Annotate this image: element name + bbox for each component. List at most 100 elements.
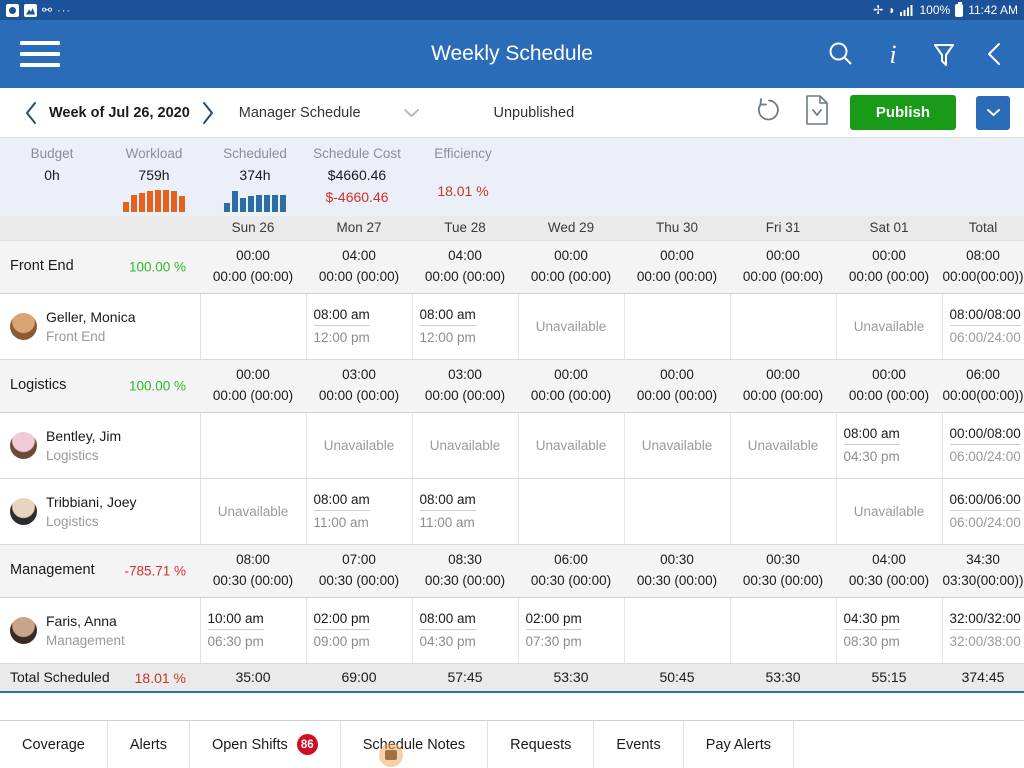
group-total-top: 06:00 bbox=[966, 367, 1000, 382]
group-day-top: 00:00 bbox=[766, 248, 800, 263]
group-day-cell-3[interactable]: 00:00 00:00 (00:00) bbox=[518, 359, 624, 413]
shift-cell-6[interactable]: 08:00 am 04:30 pm bbox=[836, 412, 943, 479]
employee-row[interactable]: Faris, Anna Management 10:00 am 06:30 pm 02:… bbox=[0, 597, 1024, 664]
day-header-total: Total bbox=[942, 216, 1024, 241]
prev-week-button[interactable] bbox=[14, 100, 49, 126]
shift-cell-3[interactable]: Unavailable bbox=[518, 293, 625, 360]
employee-name: Geller, Monica bbox=[46, 308, 136, 325]
shift-cell-2[interactable]: 08:00 am 12:00 pm bbox=[412, 293, 519, 360]
tab-requests[interactable]: Requests bbox=[488, 721, 595, 768]
group-day-cell-5[interactable]: 00:00 00:00 (00:00) bbox=[730, 240, 836, 294]
shift-cell-3[interactable] bbox=[518, 478, 625, 545]
shift-end-time: 09:00 pm bbox=[313, 634, 370, 649]
group-day-cell-0[interactable]: 00:00 00:00 (00:00) bbox=[200, 240, 306, 294]
group-day-cell-1[interactable]: 04:00 00:00 (00:00) bbox=[306, 240, 412, 294]
shift-cell-1[interactable]: 02:00 pm 09:00 pm bbox=[306, 597, 413, 664]
employee-name: Faris, Anna bbox=[46, 612, 117, 629]
group-row[interactable]: Management -785.71 % 08:00 00:30 (00:00) 07:… bbox=[0, 544, 1024, 598]
publish-button[interactable]: Publish bbox=[849, 95, 956, 130]
shift-cell-6[interactable]: 04:30 pm 08:30 pm bbox=[836, 597, 943, 664]
tab-schedule-notes[interactable]: Schedule Notes bbox=[341, 721, 489, 768]
shift-cell-5[interactable] bbox=[730, 293, 837, 360]
shift-cell-2[interactable]: 08:00 am 04:30 pm bbox=[412, 597, 519, 664]
document-download-icon[interactable] bbox=[804, 94, 830, 131]
shift-cell-3[interactable]: 02:00 pm 07:30 pm bbox=[518, 597, 625, 664]
shift-cell-2[interactable]: Unavailable bbox=[412, 412, 519, 479]
employee-row[interactable]: Geller, Monica Front End 08:00 am 12:00 pm 0… bbox=[0, 293, 1024, 360]
shift-cell-4[interactable] bbox=[624, 478, 731, 545]
group-day-cell-5[interactable]: 00:30 00:30 (00:00) bbox=[730, 544, 836, 598]
group-day-cell-1[interactable]: 07:00 00:30 (00:00) bbox=[306, 544, 412, 598]
group-day-cell-0[interactable]: 08:00 00:30 (00:00) bbox=[200, 544, 306, 598]
group-day-cell-5[interactable]: 00:00 00:00 (00:00) bbox=[730, 359, 836, 413]
shift-cell-0[interactable]: Unavailable bbox=[200, 478, 307, 545]
wifi-icon: ◗ bbox=[888, 3, 896, 17]
shift-cell-5[interactable]: Unavailable bbox=[730, 412, 837, 479]
group-day-cell-2[interactable]: 03:00 00:00 (00:00) bbox=[412, 359, 518, 413]
shift-cell-1[interactable]: 08:00 am 12:00 pm bbox=[306, 293, 413, 360]
shift-cell-4[interactable]: Unavailable bbox=[624, 412, 731, 479]
tab-pay-alerts[interactable]: Pay Alerts bbox=[684, 721, 794, 768]
tab-label: Schedule Notes bbox=[362, 736, 466, 753]
group-day-top: 07:00 bbox=[342, 552, 376, 567]
shift-cell-1[interactable]: 08:00 am 11:00 am bbox=[306, 478, 413, 545]
shift-cell-4[interactable] bbox=[624, 293, 731, 360]
shift-cell-6[interactable]: Unavailable bbox=[836, 293, 943, 360]
tab-open-shifts[interactable]: Open Shifts 86 bbox=[190, 721, 341, 768]
group-row[interactable]: Logistics 100.00 % 00:00 00:00 (00:00) 03:00… bbox=[0, 359, 1024, 413]
hamburger-icon[interactable] bbox=[20, 34, 60, 74]
group-day-bottom: 00:00 (00:00) bbox=[742, 388, 824, 403]
group-day-cell-4[interactable]: 00:00 00:00 (00:00) bbox=[624, 359, 730, 413]
group-day-cell-1[interactable]: 03:00 00:00 (00:00) bbox=[306, 359, 412, 413]
shift-cell-content: Unavailable bbox=[625, 438, 730, 453]
group-row[interactable]: Front End 100.00 % 00:00 00:00 (00:00) 04:00… bbox=[0, 240, 1024, 294]
shift-cell-1[interactable]: Unavailable bbox=[306, 412, 413, 479]
group-day-cell-4[interactable]: 00:00 00:00 (00:00) bbox=[624, 240, 730, 294]
shift-cell-3[interactable]: Unavailable bbox=[518, 412, 625, 479]
group-day-cell-2[interactable]: 08:30 00:30 (00:00) bbox=[412, 544, 518, 598]
group-day-cell-0[interactable]: 00:00 00:00 (00:00) bbox=[200, 359, 306, 413]
shift-cell-0[interactable] bbox=[200, 293, 307, 360]
employee-name-cell[interactable]: Bentley, Jim Logistics bbox=[0, 412, 201, 479]
total-day-3: 53:30 bbox=[518, 663, 624, 693]
employee-name-cell[interactable]: Geller, Monica Front End bbox=[0, 293, 201, 360]
employee-row[interactable]: Bentley, Jim Logistics Unavailable Unavaila… bbox=[0, 412, 1024, 479]
schedule-toolbar: Week of Jul 26, 2020 Manager Schedule Un… bbox=[0, 88, 1024, 138]
shift-cell-5[interactable] bbox=[730, 597, 837, 664]
tab-alerts[interactable]: Alerts bbox=[108, 721, 190, 768]
shift-cell-5[interactable] bbox=[730, 478, 837, 545]
image-icon bbox=[24, 3, 37, 17]
back-chevron-icon[interactable] bbox=[984, 39, 1004, 69]
info-icon[interactable]: i bbox=[882, 39, 904, 69]
publish-options-button[interactable] bbox=[976, 95, 1010, 130]
shift-cell-content: 02:00 pm 07:30 pm bbox=[519, 609, 624, 652]
tab-events[interactable]: Events bbox=[594, 721, 684, 768]
group-day-cell-3[interactable]: 06:00 00:30 (00:00) bbox=[518, 544, 624, 598]
group-day-top: 00:00 bbox=[872, 248, 906, 263]
group-day-cell-6[interactable]: 00:00 00:00 (00:00) bbox=[836, 359, 942, 413]
employee-name-cell[interactable]: Faris, Anna Management bbox=[0, 597, 201, 664]
shift-end-time: 12:00 pm bbox=[419, 330, 476, 345]
filter-icon[interactable] bbox=[930, 39, 958, 69]
shift-cell-4[interactable] bbox=[624, 597, 731, 664]
scheduled-sparkline bbox=[204, 186, 306, 212]
group-day-cell-2[interactable]: 04:00 00:00 (00:00) bbox=[412, 240, 518, 294]
shift-cell-0[interactable] bbox=[200, 412, 307, 479]
group-day-cell-6[interactable]: 04:00 00:30 (00:00) bbox=[836, 544, 942, 598]
employee-total-available: 32:00/38:00 bbox=[949, 634, 1021, 649]
shift-cell-6[interactable]: Unavailable bbox=[836, 478, 943, 545]
shift-cell-0[interactable]: 10:00 am 06:30 pm bbox=[200, 597, 307, 664]
shift-cell-2[interactable]: 08:00 am 11:00 am bbox=[412, 478, 519, 545]
sparkline-bar bbox=[155, 190, 161, 212]
next-week-button[interactable] bbox=[190, 100, 225, 126]
group-day-cell-3[interactable]: 00:00 00:00 (00:00) bbox=[518, 240, 624, 294]
tab-coverage[interactable]: Coverage bbox=[0, 721, 108, 768]
employee-row[interactable]: Tribbiani, Joey Logistics Unavailable 08:00… bbox=[0, 478, 1024, 545]
search-icon[interactable] bbox=[826, 39, 856, 69]
undo-refresh-icon[interactable] bbox=[754, 95, 784, 130]
group-day-cell-4[interactable]: 00:30 00:30 (00:00) bbox=[624, 544, 730, 598]
schedule-selector[interactable]: Manager Schedule bbox=[239, 105, 420, 121]
group-day-cell-6[interactable]: 00:00 00:00 (00:00) bbox=[836, 240, 942, 294]
employee-name-cell[interactable]: Tribbiani, Joey Logistics bbox=[0, 478, 201, 545]
group-percent: 100.00 % bbox=[128, 378, 186, 394]
